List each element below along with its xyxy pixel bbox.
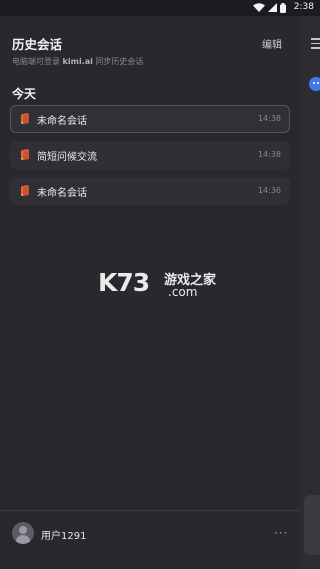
list-item[interactable]: 未命名会话 14:38	[10, 105, 290, 133]
watermark-logo: K73 游戏之家 .com	[98, 268, 228, 302]
status-time: 2:38	[293, 2, 314, 12]
sync-hint-suffix: 同步历史会话	[95, 57, 144, 66]
watermark-com: .com	[168, 285, 198, 299]
avatar[interactable]	[12, 522, 34, 544]
wifi-icon	[253, 3, 265, 12]
list-item[interactable]: 简短问候交流 14:38	[10, 141, 290, 169]
conversation-title: 简短问候交流	[37, 152, 97, 163]
sync-hint-site: kimi.ai	[62, 57, 93, 66]
conversation-time: 14:38	[257, 150, 281, 159]
sync-hint: 电脑端可登录 kimi.ai 同步历史会话	[12, 56, 143, 67]
assistant-avatar-icon	[309, 77, 320, 91]
background-input-bar[interactable]	[304, 495, 320, 555]
edit-button[interactable]: 编辑	[262, 36, 282, 51]
page-title: 历史会话	[12, 37, 63, 52]
conversation-list: 未命名会话 14:38 简短问候交流 14:38 未命名会话 14:36	[10, 105, 290, 213]
sync-hint-prefix: 电脑端可登录	[12, 57, 60, 66]
more-options-button[interactable]: ···	[274, 526, 288, 540]
menu-icon[interactable]	[311, 38, 320, 50]
watermark-main: K73	[98, 268, 150, 297]
book-icon	[21, 185, 29, 196]
battery-icon	[280, 3, 286, 13]
conversation-title: 未命名会话	[37, 188, 87, 199]
signal-icon	[268, 3, 277, 12]
book-icon	[21, 149, 29, 160]
conversation-time: 14:38	[257, 114, 281, 123]
username[interactable]: 用户1291	[41, 527, 86, 542]
section-header-today: 今天	[12, 87, 37, 101]
avatar-head	[19, 526, 27, 534]
avatar-body	[16, 535, 30, 544]
list-item[interactable]: 未命名会话 14:36	[10, 177, 290, 205]
status-bar: 2:38	[0, 0, 320, 16]
conversation-time: 14:36	[257, 186, 281, 195]
conversation-title: 未命名会话	[37, 116, 87, 127]
background-app-panel[interactable]	[300, 16, 320, 569]
book-icon	[21, 113, 29, 124]
footer-divider	[0, 510, 300, 511]
